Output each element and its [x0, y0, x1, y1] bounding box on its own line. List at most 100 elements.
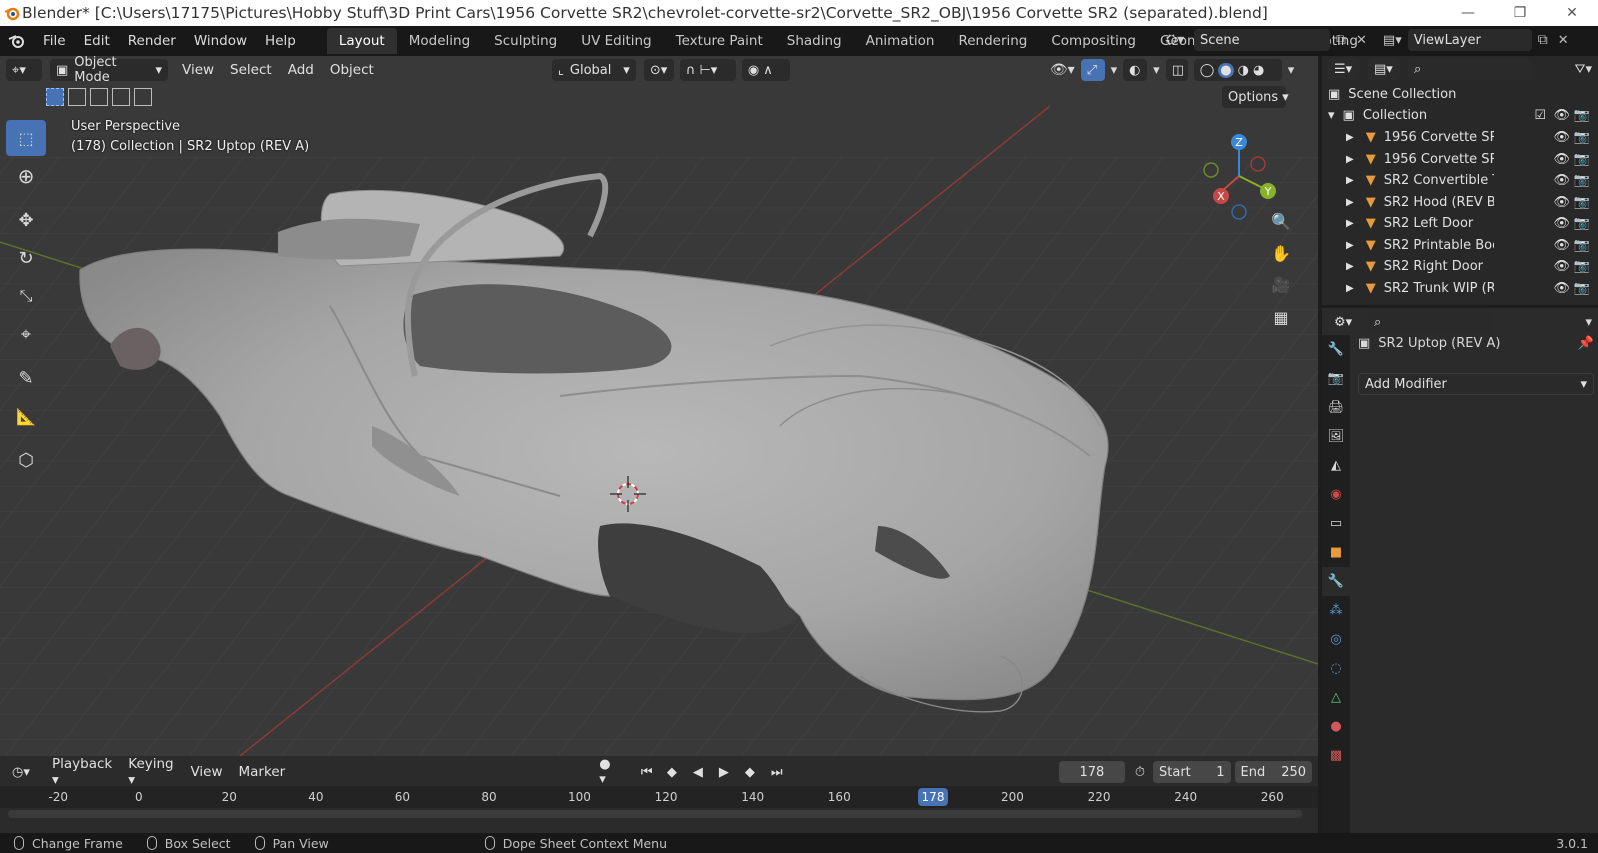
exclude-checkbox[interactable]: ☑ [1534, 108, 1546, 123]
menu-render[interactable]: Render [119, 29, 185, 53]
timeline-editor-type[interactable]: ◷▾ [6, 761, 37, 783]
chevron-down-icon[interactable]: ▾ [1585, 315, 1592, 330]
outliner-item[interactable]: ▶ ▼ SR2 Trunk WIP (REV 👁 📷 [1322, 278, 1598, 299]
expand-arrow-icon[interactable]: ▶ [1346, 154, 1354, 165]
display-mode-select[interactable]: ▤▾ [1368, 58, 1400, 80]
eye-icon[interactable]: 👁 [1553, 108, 1570, 123]
render-camera-icon[interactable]: 📷 [1574, 152, 1590, 167]
eye-icon[interactable]: 👁 [1553, 238, 1570, 253]
render-properties-tab[interactable]: 📷 [1322, 364, 1350, 393]
world-properties-tab[interactable]: ◉ [1322, 480, 1350, 509]
tab-sculpting[interactable]: Sculpting [482, 28, 569, 54]
transform-orientation-select[interactable]: ⌞ Global ▾ [551, 59, 636, 81]
rotate-tool[interactable]: ↻ [6, 240, 46, 276]
cursor-tool[interactable]: ⊕ [6, 158, 46, 194]
menu-help[interactable]: Help [256, 29, 305, 53]
outliner-item[interactable]: ▶ ▼ 1956 Corvette SR2 (👁 📷 [1322, 149, 1598, 170]
expand-arrow-icon[interactable]: ▶ [1346, 132, 1354, 143]
tab-modeling[interactable]: Modeling [397, 28, 482, 54]
expand-arrow-icon[interactable]: ▶ [1346, 240, 1354, 251]
scene-collection-row[interactable]: ▣ Scene Collection [1322, 84, 1598, 105]
play-reverse-button[interactable]: ◀ [686, 761, 709, 783]
menu-keying[interactable]: Keying ▾ [120, 756, 182, 788]
outliner-item[interactable]: ▶ ▼ SR2 Hood (REV B) 👁 📷 [1322, 192, 1598, 213]
tab-compositing[interactable]: Compositing [1039, 28, 1148, 54]
collection-properties-tab[interactable]: ▭ [1322, 509, 1350, 538]
scale-tool[interactable]: ⤡ [6, 278, 46, 314]
view-layer-field[interactable]: ViewLayer [1407, 29, 1532, 51]
ortho-toggle-button[interactable]: ▦ [1266, 302, 1296, 332]
menu-add[interactable]: Add [280, 62, 322, 78]
tab-texture-paint[interactable]: Texture Paint [664, 28, 775, 54]
outliner-search[interactable]: ⌕ [1408, 58, 1532, 80]
modifier-properties-tab[interactable]: 🔧 [1322, 567, 1350, 596]
play-button[interactable]: ▶ [712, 761, 735, 783]
eye-icon[interactable]: 👁 [1553, 195, 1570, 210]
visibility-icon[interactable]: 👁▾ [1050, 62, 1075, 78]
properties-editor-type[interactable]: ⚙▾ [1328, 311, 1360, 333]
tab-rendering[interactable]: Rendering [946, 28, 1039, 54]
options-button[interactable]: Options ▾ [1222, 86, 1289, 108]
pin-icon[interactable]: 📌 [1578, 336, 1594, 351]
expand-arrow-icon[interactable]: ▶ [1346, 197, 1354, 208]
output-properties-tab[interactable]: 🖨 [1322, 393, 1350, 422]
eye-icon[interactable]: 👁 [1553, 152, 1570, 167]
scene-properties-tab[interactable]: ◭ [1322, 451, 1350, 480]
move-tool[interactable]: ✥ [6, 202, 46, 238]
expand-icon[interactable]: ▾ [1328, 108, 1335, 123]
select-invert-icon[interactable] [112, 88, 130, 106]
data-properties-tab[interactable]: △ [1322, 683, 1350, 712]
pan-button[interactable]: ✋ [1266, 238, 1296, 268]
menu-object[interactable]: Object [322, 62, 382, 78]
properties-search[interactable]: ⌕ [1368, 311, 1492, 333]
pivot-point-button[interactable]: ⊙▾ [643, 59, 674, 81]
render-camera-icon[interactable]: 📷 [1574, 108, 1590, 123]
eye-icon[interactable]: 👁 [1553, 216, 1570, 231]
stopwatch-icon[interactable]: ⏱ [1135, 765, 1145, 780]
new-scene-icon[interactable]: ⧉ [1336, 32, 1346, 48]
wireframe-shading-icon[interactable]: ◯ [1200, 63, 1215, 78]
snapping-button[interactable]: ∩ ⊢▾ [679, 59, 736, 81]
minimize-button[interactable]: — [1442, 0, 1494, 26]
tab-uv-editing[interactable]: UV Editing [569, 28, 663, 54]
end-frame-field[interactable]: End 250 [1234, 761, 1313, 783]
menu-file[interactable]: File [34, 29, 75, 53]
eye-icon[interactable]: 👁 [1553, 130, 1570, 145]
tab-animation[interactable]: Animation [854, 28, 947, 54]
transform-tool[interactable]: ⌖ [6, 316, 46, 352]
overlay-toggle-button[interactable]: ◐ [1123, 59, 1148, 81]
outliner-item[interactable]: ▶ ▼ SR2 Right Door 👁 📷 [1322, 256, 1598, 277]
delete-view-layer-icon[interactable]: ✕ [1558, 33, 1569, 48]
gizmo-menu-icon[interactable]: ▾ [1111, 63, 1118, 78]
xray-button[interactable]: ◫ [1165, 59, 1188, 81]
outliner-editor-type[interactable]: ☰▾ [1328, 58, 1360, 80]
jump-to-keyframe-prev-button[interactable]: ◆ [660, 761, 683, 783]
outliner-item[interactable]: ▶ ▼ SR2 Convertible Top 👁 📷 [1322, 170, 1598, 191]
expand-arrow-icon[interactable]: ▶ [1346, 261, 1354, 272]
outliner-item[interactable]: ▶ ▼ SR2 Printable Body 👁 📷 [1322, 235, 1598, 256]
menu-select[interactable]: Select [222, 62, 280, 78]
shading-mode-group[interactable]: ◯ ● ◑ ◕ [1193, 59, 1282, 81]
close-window-button[interactable]: ✕ [1546, 0, 1598, 26]
jump-to-start-button[interactable]: ⏮ [634, 761, 657, 783]
render-camera-icon[interactable]: 📷 [1574, 195, 1590, 210]
overlay-menu-icon[interactable]: ▾ [1153, 63, 1160, 78]
start-frame-field[interactable]: Start 1 [1153, 761, 1231, 783]
view-layer-tab[interactable]: 🖼 [1322, 422, 1350, 451]
object-properties-tab[interactable]: ■ [1322, 538, 1350, 567]
texture-tab[interactable]: ▩ [1322, 741, 1350, 770]
editor-type-button[interactable]: ⌖▾ [6, 59, 42, 81]
outliner-item[interactable]: ▶ ▼ 1956 Corvette SR2 (👁 📷 [1322, 127, 1598, 148]
current-frame-field[interactable]: 178 [1058, 761, 1125, 783]
auto-keying-button[interactable]: ● ▾ [593, 757, 625, 787]
select-box-tool[interactable]: ⬚ [6, 120, 46, 156]
eye-icon[interactable]: 👁 [1553, 173, 1570, 188]
eye-icon[interactable]: 👁 [1553, 281, 1570, 296]
solid-shading-icon[interactable]: ● [1218, 62, 1234, 78]
select-intersect-icon[interactable] [134, 88, 152, 106]
delete-scene-icon[interactable]: ✕ [1356, 33, 1367, 48]
menu-timeline-view[interactable]: View [182, 764, 230, 780]
tab-shading[interactable]: Shading [775, 28, 854, 54]
scene-icon[interactable]: ⛭▾ [1166, 32, 1194, 48]
physics-tab[interactable]: ◎ [1322, 625, 1350, 654]
